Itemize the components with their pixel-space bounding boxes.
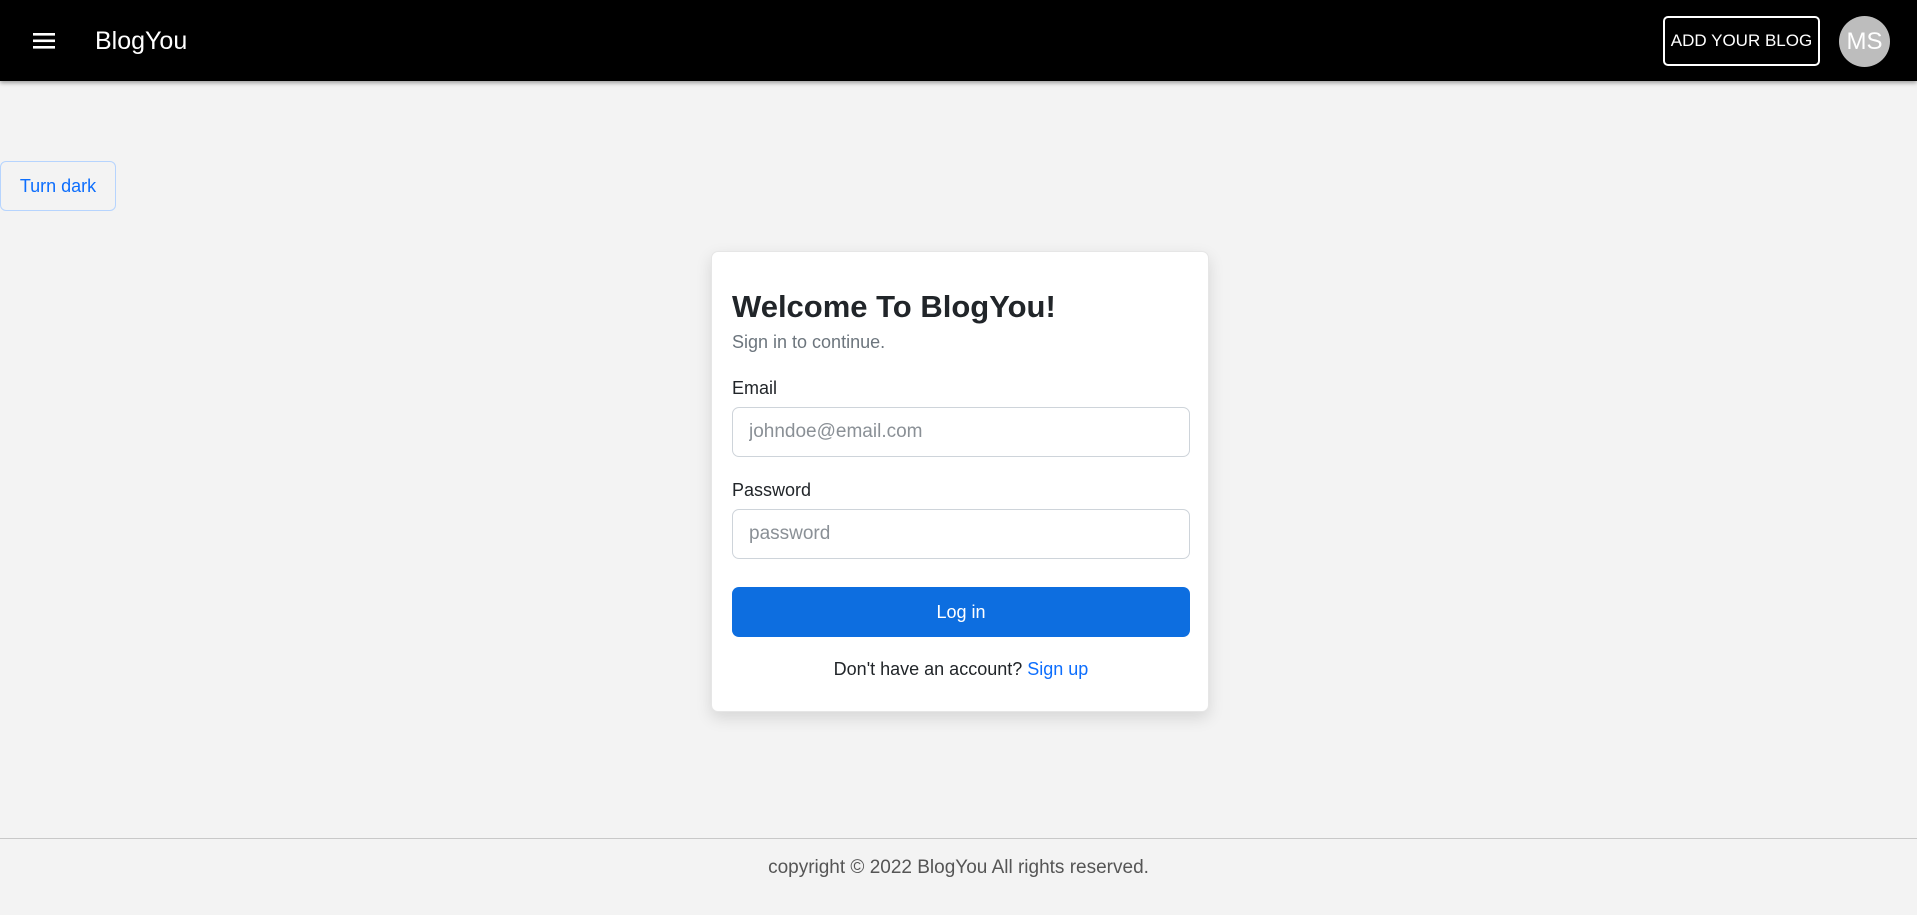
password-label: Password <box>732 480 812 500</box>
add-your-blog-button[interactable]: ADD YOUR BLOG <box>1663 16 1820 66</box>
user-avatar[interactable]: MS <box>1839 16 1890 67</box>
email-label: Email <box>732 378 778 398</box>
login-card: Welcome To BlogYou! Sign in to continue.… <box>711 251 1209 712</box>
brand-logo-text[interactable]: BlogYou <box>95 26 187 56</box>
login-subtitle: Sign in to continue. <box>732 332 886 352</box>
signup-prompt: Don't have an account? Sign up <box>712 658 1210 680</box>
footer-divider <box>0 838 1917 839</box>
login-button[interactable]: Log in <box>732 587 1190 637</box>
top-navbar: BlogYou ADD YOUR BLOG MS <box>0 0 1917 81</box>
login-title: Welcome To BlogYou! <box>732 289 1056 324</box>
signup-prompt-text: Don't have an account? <box>833 659 1023 679</box>
hamburger-menu-icon-graphic <box>33 33 55 49</box>
email-input[interactable] <box>732 407 1190 457</box>
turn-dark-button[interactable]: Turn dark <box>0 161 116 211</box>
hamburger-menu-icon[interactable] <box>30 30 60 52</box>
signup-link[interactable]: Sign up <box>1027 659 1088 679</box>
footer-copyright: copyright © 2022 BlogYou All rights rese… <box>768 857 1149 878</box>
password-input[interactable] <box>732 509 1190 559</box>
